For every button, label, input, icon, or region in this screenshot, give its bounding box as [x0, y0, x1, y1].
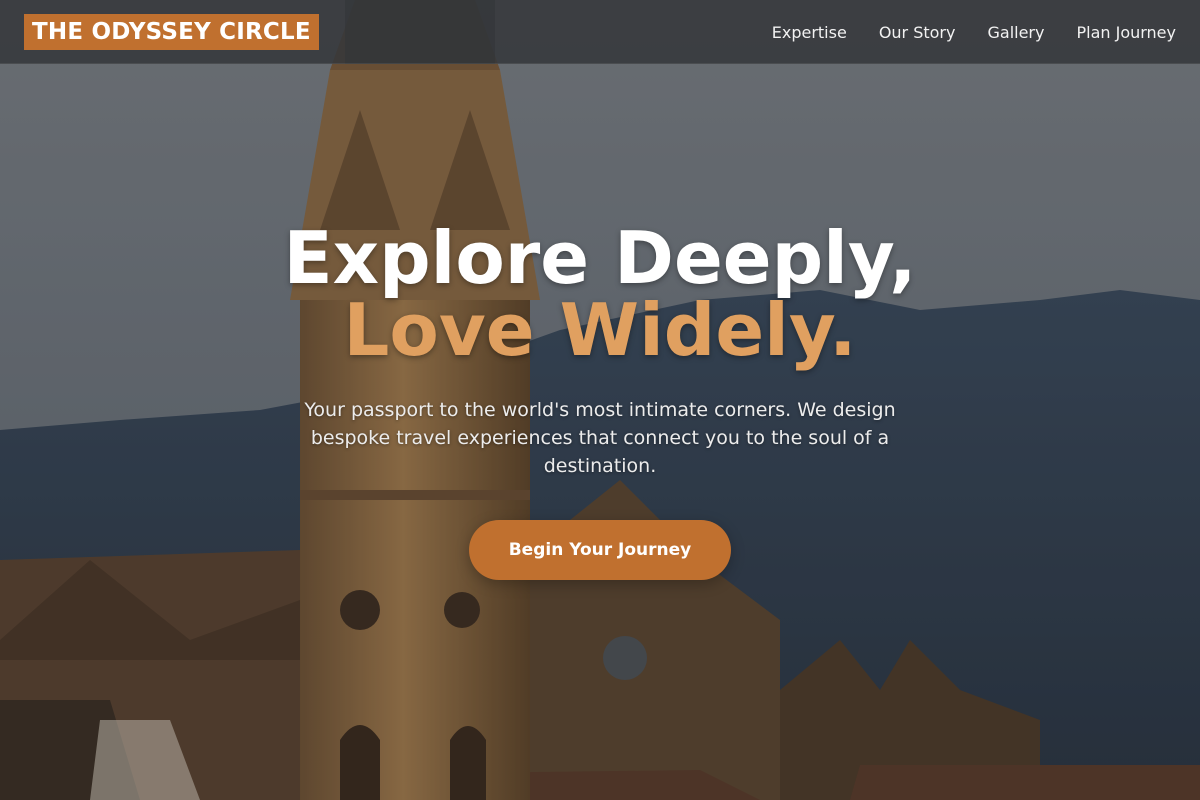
hero-title: Explore Deeply, Love Widely.: [200, 222, 1000, 366]
nav-item-expertise: Expertise: [772, 23, 847, 42]
nav-menu: Expertise Our Story Gallery Plan Journey: [772, 0, 1176, 64]
nav-link-gallery[interactable]: Gallery: [987, 23, 1044, 42]
logo[interactable]: THE ODYSSEY CIRCLE: [24, 14, 319, 50]
nav-link-expertise[interactable]: Expertise: [772, 23, 847, 42]
hero-title-line-2: Love Widely.: [343, 288, 857, 372]
nav-item-our-story: Our Story: [879, 23, 956, 42]
navbar: THE ODYSSEY CIRCLE Expertise Our Story G…: [0, 0, 1200, 64]
hero-title-line-1: Explore Deeply,: [283, 216, 917, 300]
nav-link-plan-journey[interactable]: Plan Journey: [1076, 23, 1176, 42]
landing-page: THE ODYSSEY CIRCLE Expertise Our Story G…: [0, 0, 1200, 800]
nav-item-gallery: Gallery: [987, 23, 1044, 42]
hero-subtitle: Your passport to the world's most intima…: [304, 399, 896, 477]
nav-item-plan-journey: Plan Journey: [1076, 23, 1176, 42]
nav-link-our-story[interactable]: Our Story: [879, 23, 956, 42]
hero-section: Explore Deeply, Love Widely. Your passpo…: [200, 222, 1000, 580]
begin-journey-button[interactable]: Begin Your Journey: [468, 520, 732, 580]
